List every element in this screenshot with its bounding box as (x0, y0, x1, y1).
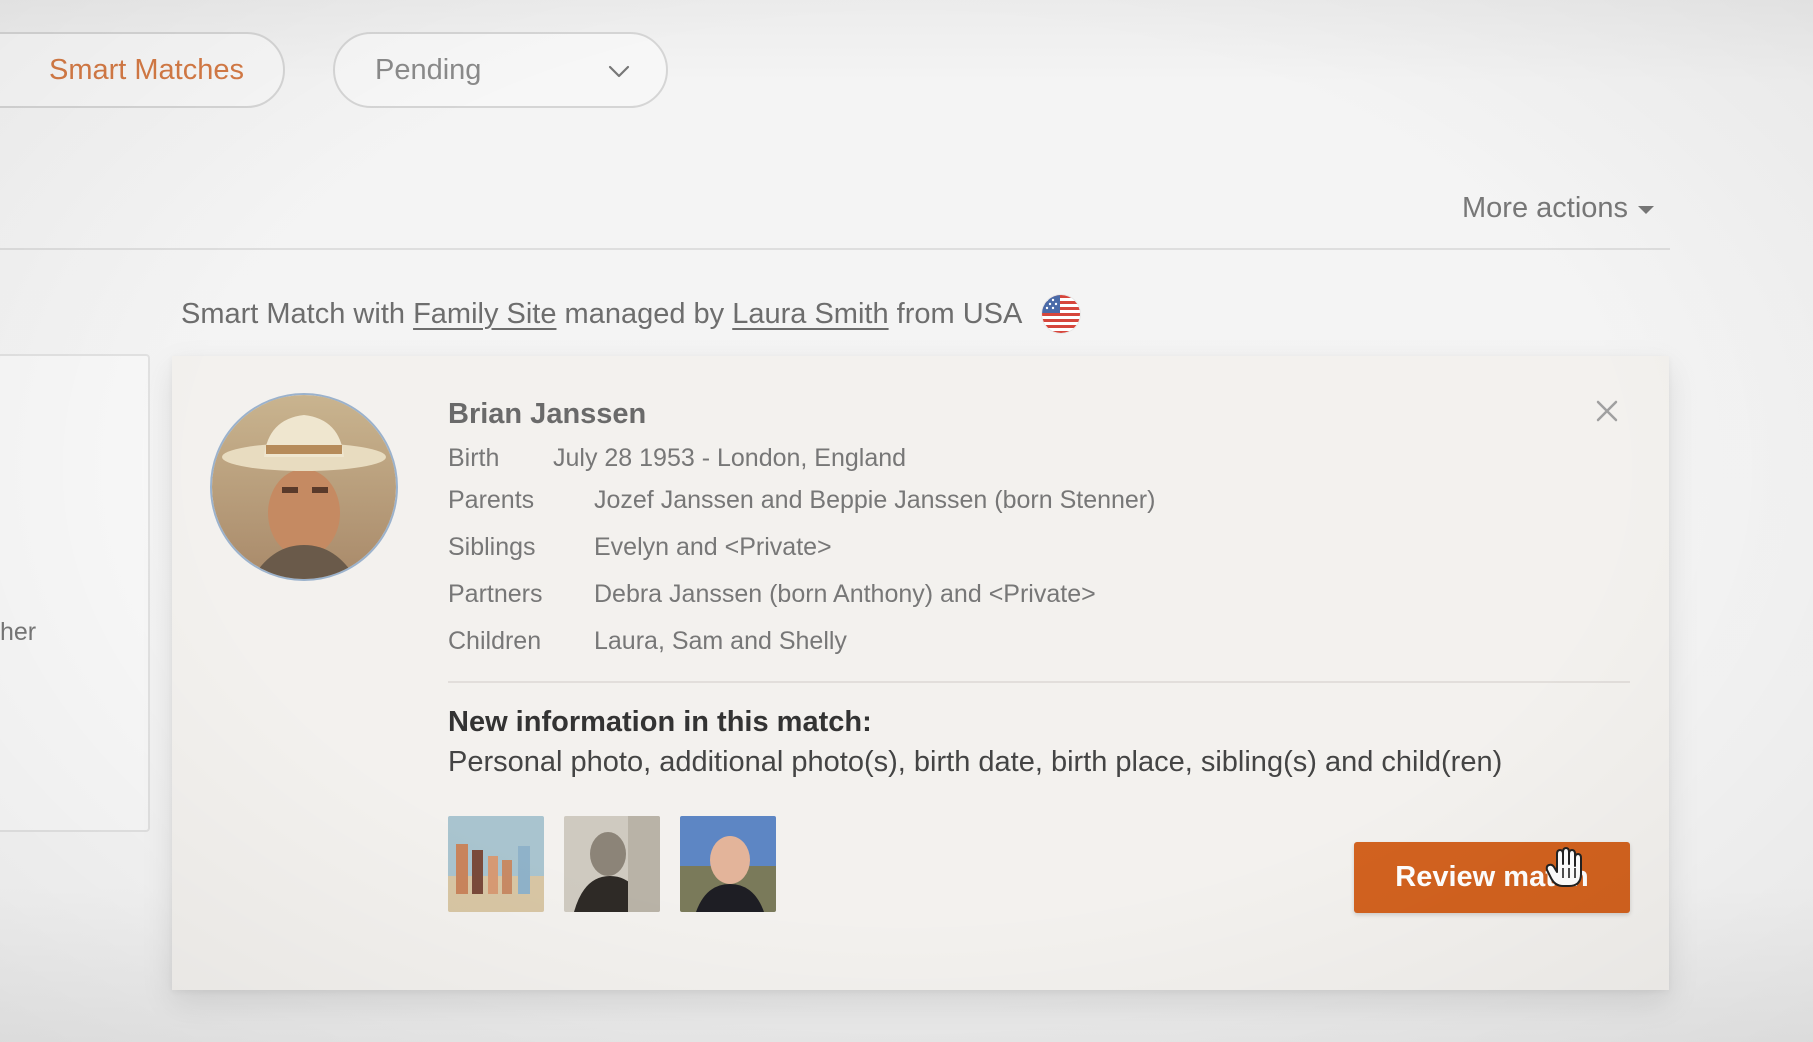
family-site-link[interactable]: Family Site (413, 298, 556, 331)
hand-cursor-icon (1545, 847, 1582, 887)
status-select[interactable]: Pending (333, 32, 668, 108)
caret-down-icon (1638, 206, 1655, 214)
status-select-value: Pending (375, 53, 482, 86)
fact-value-siblings: Evelyn and <Private> (594, 533, 832, 561)
fact-label-siblings: Siblings (448, 533, 536, 561)
fact-label-parents: Parents (448, 486, 535, 514)
fact-label-partners: Partners (448, 580, 543, 608)
smart-match-header: Smart Match with Family Site managed by … (181, 295, 1081, 333)
previous-card: her (0, 354, 150, 832)
more-actions-label: More actions (1462, 192, 1629, 224)
smart-matches-tab[interactable]: Smart Matches (0, 32, 285, 108)
person-name: Brian Janssen (448, 398, 647, 430)
close-icon[interactable] (1594, 398, 1620, 424)
new-info-text: Personal photo, additional photo(s), bir… (448, 746, 1503, 778)
match-header-prefix: Smart Match with (181, 297, 405, 330)
match-photo-thumbnail[interactable] (448, 816, 544, 912)
match-header-middle: managed by (564, 297, 725, 330)
match-photo-thumbnail[interactable] (680, 816, 776, 912)
previous-card-fragment: her (0, 618, 37, 646)
review-match-button[interactable]: Review match (1354, 842, 1630, 913)
fact-value-children: Laura, Sam and Shelly (594, 627, 847, 655)
more-actions-menu[interactable]: More actions (1462, 192, 1655, 225)
manager-link[interactable]: Laura Smith (732, 298, 888, 331)
fact-label-children: Children (448, 627, 542, 655)
usa-flag-icon (1042, 295, 1081, 333)
toolbar-divider (0, 248, 1670, 250)
fact-value-parents: Jozef Janssen and Beppie Janssen (born S… (594, 486, 1156, 514)
fact-value-birth: July 28 1953 - London, England (553, 444, 907, 472)
card-divider (448, 681, 1630, 683)
new-info-title: New information in this match: (448, 706, 872, 738)
match-card: Brian Janssen Birth July 28 1953 - Londo… (172, 356, 1669, 990)
chevron-down-icon (608, 65, 630, 78)
person-avatar (210, 393, 398, 581)
match-header-suffix: from USA (896, 297, 1023, 330)
smart-matches-label: Smart Matches (49, 53, 244, 86)
match-photo-thumbnail[interactable] (564, 816, 660, 912)
fact-value-partners: Debra Janssen (born Anthony) and <Privat… (594, 580, 1096, 608)
fact-label-birth: Birth (448, 444, 500, 472)
